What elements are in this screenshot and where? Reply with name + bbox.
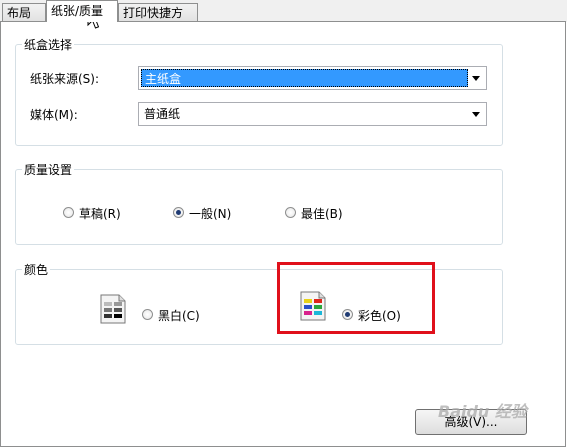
tab-paper-quality[interactable]: 纸张/质量 bbox=[46, 0, 118, 22]
paper-source-value: 主纸盒 bbox=[141, 69, 468, 87]
paper-tray-group: 纸盒选择 bbox=[15, 36, 503, 146]
watermark: Baidu 经验 bbox=[438, 402, 527, 421]
quality-normal-label: 一般(N) bbox=[189, 207, 232, 221]
radio-circle bbox=[63, 207, 74, 218]
paper-tray-legend: 纸盒选择 bbox=[24, 38, 73, 52]
chevron-down-icon bbox=[472, 112, 480, 117]
paper-source-select[interactable]: 主纸盒 bbox=[138, 66, 487, 90]
paper-source-label: 纸张来源(S): bbox=[30, 72, 100, 86]
chevron-down-icon bbox=[472, 76, 480, 81]
radio-circle bbox=[285, 207, 296, 218]
quality-draft-label: 草稿(R) bbox=[79, 207, 121, 221]
media-select[interactable]: 普通纸 bbox=[138, 102, 487, 126]
quality-legend: 质量设置 bbox=[24, 163, 73, 177]
radio-circle bbox=[142, 309, 153, 320]
tab-print-shortcuts[interactable]: 打印快捷方式 bbox=[118, 3, 198, 38]
media-value: 普通纸 bbox=[144, 107, 181, 121]
tab-layout[interactable]: 布局 bbox=[2, 3, 46, 21]
tab-strip: 布局 纸张/质量 打印快捷方式 bbox=[0, 0, 567, 38]
radio-circle bbox=[173, 207, 184, 218]
quality-best-label: 最佳(B) bbox=[301, 207, 343, 221]
color-legend: 颜色 bbox=[24, 263, 49, 277]
media-label: 媒体(M): bbox=[30, 108, 78, 122]
grayscale-printer-icon bbox=[100, 294, 126, 324]
color-bw-label: 黑白(C) bbox=[158, 309, 200, 323]
annotation-highlight-box bbox=[277, 262, 435, 334]
quality-group: 质量设置 bbox=[15, 161, 503, 245]
